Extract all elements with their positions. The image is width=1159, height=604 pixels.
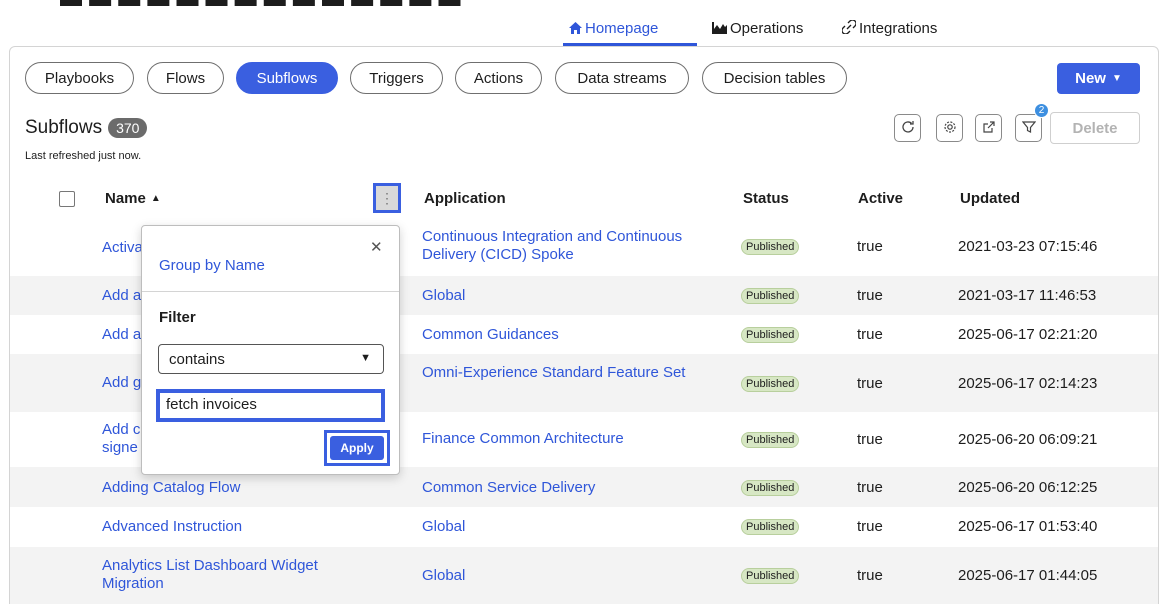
row-updated-value: 2021-03-23 07:15:46	[958, 238, 1098, 255]
caret-down-icon: ▼	[1111, 73, 1122, 84]
link-icon	[841, 19, 857, 37]
last-refreshed-text: Last refreshed just now.	[25, 150, 142, 162]
tab-triggers[interactable]: Triggers	[350, 62, 443, 94]
tab-playbooks[interactable]: Playbooks	[25, 62, 134, 94]
tab-data-streams[interactable]: Data streams	[555, 62, 689, 94]
tab-actions[interactable]: Actions	[455, 62, 542, 94]
row-updated-value: 2025-06-20 06:09:21	[958, 431, 1098, 448]
column-filter-popup: ✕ Group by Name Filter contains ▼ fetch …	[141, 225, 400, 475]
status-badge: Published	[741, 568, 800, 584]
page-title-fragment: ▬ ▬ ▬ ▬ ▬ ▬ ▬ ▬ ▬ ▬ ▬ ▬ ▬ ▬	[60, 0, 461, 10]
row-updated-value: 2025-06-17 01:44:05	[958, 567, 1098, 584]
row-name-link[interactable]: Analytics List Dashboard Widget Migratio…	[102, 557, 352, 593]
tab-subflows[interactable]: Subflows	[236, 62, 338, 94]
refresh-button[interactable]	[894, 114, 921, 142]
group-by-link[interactable]: Group by Name	[159, 257, 265, 274]
row-name-link[interactable]: Add a	[102, 287, 141, 305]
nav-operations[interactable]: Operations	[712, 20, 803, 37]
row-active-value: true	[857, 287, 883, 304]
delete-button[interactable]: Delete	[1050, 112, 1140, 144]
row-name-link[interactable]: Add c signe	[102, 421, 142, 457]
row-application-link[interactable]: Finance Common Architecture	[422, 430, 624, 448]
row-application-link[interactable]: Continuous Integration and Continuous De…	[422, 228, 702, 264]
settings-button[interactable]	[936, 114, 963, 142]
row-updated-value: 2021-03-17 11:46:53	[958, 287, 1097, 304]
tab-flows[interactable]: Flows	[147, 62, 224, 94]
status-badge: Published	[741, 432, 800, 448]
new-button[interactable]: New ▼	[1057, 63, 1140, 94]
row-name-link[interactable]: Add g	[102, 374, 141, 392]
record-count-badge: 370	[108, 118, 148, 138]
nav-integrations[interactable]: Integrations	[841, 19, 938, 37]
row-active-value: true	[857, 431, 883, 448]
gear-icon	[943, 120, 957, 137]
row-application-link[interactable]: Common Guidances	[422, 326, 559, 344]
share-icon	[982, 120, 996, 137]
row-updated-value: 2025-06-17 01:53:40	[958, 518, 1098, 535]
more-vertical-icon: ⋮	[380, 189, 394, 206]
filter-operator-select[interactable]: contains ▼	[158, 344, 384, 374]
nav-operations-label: Operations	[730, 20, 804, 37]
status-badge: Published	[741, 480, 800, 496]
row-active-value: true	[857, 326, 883, 343]
nav-homepage-label: Homepage	[585, 20, 659, 37]
select-all-checkbox[interactable]	[59, 191, 75, 207]
filter-icon	[1021, 120, 1036, 137]
row-updated-value: 2025-06-17 02:14:23	[958, 375, 1098, 392]
column-header-active[interactable]: Active	[858, 190, 903, 207]
row-active-value: true	[857, 567, 883, 584]
column-header-status[interactable]: Status	[743, 190, 789, 207]
table-row: Analytics List Dashboard Widget Migratio…	[10, 547, 1158, 604]
nav-homepage[interactable]: Homepage	[569, 20, 658, 37]
status-badge: Published	[741, 519, 800, 535]
column-name-label: Name	[105, 190, 146, 207]
row-application-link[interactable]: Global	[422, 567, 465, 585]
row-active-value: true	[857, 479, 883, 496]
list-heading: Subflows 370	[25, 117, 148, 139]
row-name-link[interactable]: Add a	[102, 326, 141, 344]
row-application-link[interactable]: Common Service Delivery	[422, 479, 595, 497]
divider	[142, 291, 399, 292]
row-application-link[interactable]: Global	[422, 518, 465, 536]
status-badge: Published	[741, 376, 800, 392]
refresh-icon	[901, 120, 915, 137]
close-icon[interactable]: ✕	[370, 238, 383, 256]
new-button-label: New	[1075, 70, 1106, 87]
row-updated-value: 2025-06-20 06:12:25	[958, 479, 1098, 496]
row-updated-value: 2025-06-17 02:21:20	[958, 326, 1098, 343]
column-header-updated[interactable]: Updated	[960, 190, 1020, 207]
top-navigation: Homepage Operations Integrations	[0, 10, 1159, 46]
row-name-link[interactable]: Activa	[102, 239, 143, 257]
row-application-link[interactable]: Omni-Experience Standard Feature Set	[422, 364, 712, 382]
table-row: Advanced Instruction Global Published tr…	[10, 507, 1158, 547]
status-badge: Published	[741, 239, 800, 255]
column-header-name[interactable]: Name ▲	[105, 190, 161, 207]
apply-button[interactable]: Apply	[324, 430, 390, 466]
chart-icon	[712, 21, 727, 37]
filter-value-input[interactable]: fetch invoices	[156, 389, 385, 422]
home-icon	[569, 21, 582, 37]
tab-decision-tables[interactable]: Decision tables	[702, 62, 847, 94]
status-badge: Published	[741, 327, 800, 343]
filter-operator-value: contains	[169, 351, 225, 368]
page-title: Subflows	[25, 117, 103, 138]
export-button[interactable]	[975, 114, 1002, 142]
row-active-value: true	[857, 375, 883, 392]
row-name-link[interactable]: Advanced Instruction	[102, 518, 242, 536]
page-header-cut: ▬ ▬ ▬ ▬ ▬ ▬ ▬ ▬ ▬ ▬ ▬ ▬ ▬ ▬	[0, 0, 1159, 10]
status-badge: Published	[741, 288, 800, 304]
row-active-value: true	[857, 238, 883, 255]
caret-down-icon: ▼	[360, 352, 371, 364]
row-application-link[interactable]: Global	[422, 287, 465, 305]
filter-button[interactable]	[1015, 114, 1042, 142]
sort-ascending-icon: ▲	[150, 193, 161, 204]
row-active-value: true	[857, 518, 883, 535]
row-name-link[interactable]: Adding Catalog Flow	[102, 479, 240, 497]
nav-integrations-label: Integrations	[859, 20, 938, 37]
filter-label: Filter	[159, 309, 196, 326]
filter-count-badge: 2	[1034, 103, 1049, 118]
apply-button-label: Apply	[330, 436, 384, 460]
column-header-application[interactable]: Application	[424, 190, 506, 207]
column-menu-button[interactable]: ⋮	[373, 183, 401, 213]
